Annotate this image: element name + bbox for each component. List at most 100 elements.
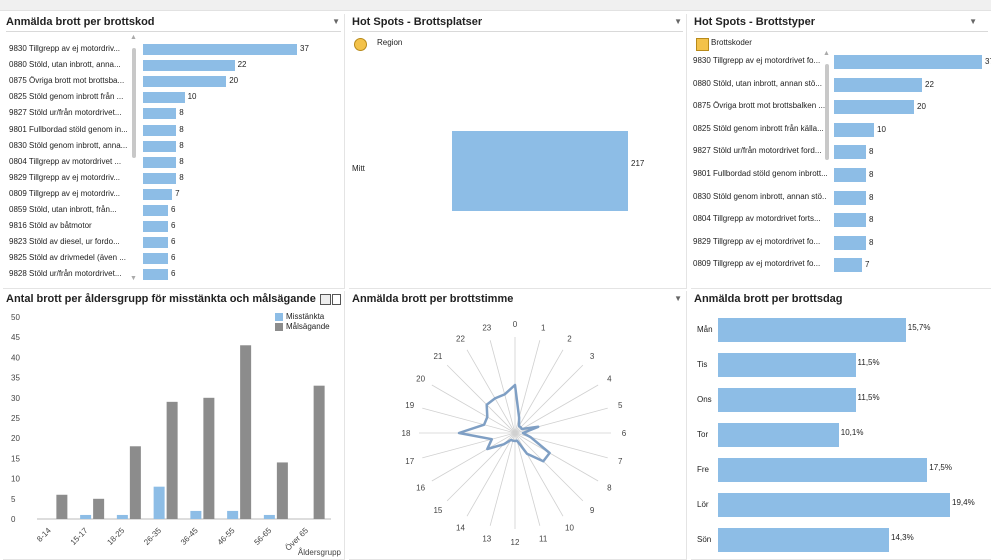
brottstyp-bar[interactable]	[834, 122, 874, 137]
brottstyp-row[interactable]: 9830 Tillgrepp av ej motordrivet fo... 37	[691, 54, 991, 70]
day-row[interactable]: Sön 14,3%	[691, 528, 991, 552]
brottskod-bar[interactable]	[143, 60, 235, 72]
brottstyp-bar[interactable]	[834, 258, 862, 273]
brottstyp-row[interactable]: 0880 Stöld, utan inbrott, annan stö... 22	[691, 77, 991, 93]
x-tick-label: 46-55	[216, 526, 237, 547]
brottskod-bar[interactable]	[143, 188, 173, 200]
x-axis-label: Åldersgrupp	[298, 548, 342, 557]
brottstyp-bar[interactable]	[834, 168, 866, 182]
brottskod-bar[interactable]	[143, 140, 177, 152]
brottstyp-bar[interactable]	[834, 145, 866, 160]
brottstyp-row[interactable]: 9827 Stöld ur/från motordrivet ford... 8	[691, 144, 991, 160]
brottskod-bar[interactable]	[143, 253, 168, 265]
day-bar[interactable]	[718, 423, 839, 447]
region-header: Region	[377, 38, 403, 47]
brottskod-bar[interactable]	[143, 269, 168, 281]
brottskod-bar[interactable]	[143, 76, 227, 88]
day-row[interactable]: Tor 10,1%	[691, 423, 991, 447]
day-bar[interactable]	[718, 458, 928, 482]
brottskod-row[interactable]: 9801 Fullbordad stöld genom in... 8	[3, 123, 344, 139]
brottskod-value: 6	[170, 205, 176, 214]
brottskod-bar[interactable]	[143, 44, 297, 55]
brottstyp-bar[interactable]	[834, 235, 866, 250]
brottstyp-value: 22	[925, 79, 934, 89]
region-bar[interactable]	[452, 131, 628, 211]
brottstyp-label: 9830 Tillgrepp av ej motordrivet fo...	[693, 56, 821, 65]
day-row[interactable]: Ons 11,5%	[691, 388, 991, 412]
brottskod-row[interactable]: 9816 Stöld av båtmotor 6	[3, 219, 344, 235]
y-tick-label: 40	[11, 353, 20, 362]
brottskod-row[interactable]: 0809 Tillgrepp av ej motordriv... 7	[3, 187, 344, 203]
brottskod-row[interactable]: 0804 Tillgrepp av motordrivet ... 8	[3, 155, 344, 171]
scroll-up-icon[interactable]: ▲	[130, 34, 137, 41]
brottskod-bar[interactable]	[143, 221, 168, 233]
brottstyp-row[interactable]: 0875 Övriga brott mot brottsbalken ... 20	[691, 99, 991, 115]
brottskod-label: 0830 Stöld genom inbrott, anna...	[9, 140, 128, 150]
day-bar[interactable]	[718, 528, 889, 552]
brottskod-bar[interactable]	[143, 108, 177, 120]
y-tick-label: 25	[11, 414, 20, 423]
brottstyp-bar[interactable]	[834, 190, 866, 205]
brottstyp-bar[interactable]	[834, 213, 866, 228]
panel-brottsdag: Anmälda brott per brottsdag Mån 15,7% Tis 1…	[691, 291, 991, 560]
brottstyp-row[interactable]: 0809 Tillgrepp av ej motordrivet fo... 7	[691, 257, 991, 273]
brottskod-bar[interactable]	[143, 237, 168, 249]
brottskod-row[interactable]: 9823 Stöld av diesel, ur fordo... 6	[3, 235, 344, 251]
y-tick-label: 50	[11, 313, 20, 322]
brottskod-row[interactable]: 0875 Övriga brott mot brottsba... 20	[3, 74, 344, 90]
panel-menu-icon[interactable]: ▼	[969, 17, 977, 26]
brottstyp-bar[interactable]	[834, 55, 982, 69]
day-bar[interactable]	[718, 493, 950, 517]
brottskod-row[interactable]: 0880 Stöld, utan inbrott, anna... 22	[3, 58, 344, 74]
brottstyp-value: 10	[877, 124, 886, 134]
brottskod-bar[interactable]	[143, 172, 177, 184]
drillup-icon[interactable]	[696, 38, 709, 51]
drilldown-icon[interactable]	[354, 38, 367, 51]
scroll-up-icon[interactable]: ▲	[823, 50, 830, 57]
x-tick-label: 56-65	[252, 526, 273, 547]
brottstyp-row[interactable]: 0804 Tillgrepp av motordrivet forts... 8	[691, 212, 991, 228]
panel-menu-icon[interactable]: ▼	[674, 17, 682, 26]
day-bar[interactable]	[718, 353, 856, 377]
scrollbar[interactable]: ▲ ▼	[130, 34, 137, 282]
brottskod-row[interactable]: 0825 Stöld genom inbrott från ... 10	[3, 90, 344, 106]
brottstyp-row[interactable]: 9829 Tillgrepp av ej motordrivet fo... 8	[691, 235, 991, 251]
day-row[interactable]: Lör 19,4%	[691, 493, 991, 517]
scroll-down-icon[interactable]: ▼	[130, 275, 137, 282]
panel-brottsplatser: Hot Spots - Brottsplatser ▼ Region Mitt …	[349, 14, 687, 289]
day-row[interactable]: Tis 11,5%	[691, 353, 991, 377]
brottskod-value: 37	[300, 44, 309, 53]
day-value-label: 10,1%	[840, 428, 864, 437]
brottskod-row[interactable]: 0859 Stöld, utan inbrott, från... 6	[3, 203, 344, 219]
brottskod-row[interactable]: 0830 Stöld genom inbrott, anna... 8	[3, 139, 344, 155]
brottskod-row[interactable]: 9827 Stöld ur/från motordrivet... 8	[3, 106, 344, 122]
day-bar[interactable]	[718, 318, 906, 342]
brottskod-row[interactable]: 9825 Stöld av drivmedel (även ... 6	[3, 251, 344, 267]
scroll-thumb[interactable]	[825, 64, 829, 160]
day-value-label: 15,7%	[907, 323, 931, 332]
x-tick-label: 8-14	[35, 526, 53, 544]
bar-misstankta	[116, 514, 128, 519]
brottstyp-bar[interactable]	[834, 100, 914, 115]
day-bar[interactable]	[718, 388, 856, 412]
age-bar-chart: 0 5 10 15 20 25 30 35 40 45 50 8-14 15-17 18-25 26-35 3…	[11, 313, 342, 557]
scroll-thumb[interactable]	[132, 48, 136, 158]
panel-menu-icon[interactable]: ▼	[332, 17, 340, 26]
brottstyp-row[interactable]: 9801 Fullbordad stöld genom inbrott... 8	[691, 167, 991, 183]
brottstyp-row[interactable]: 0830 Stöld genom inbrott, annan stö... 8	[691, 190, 991, 206]
brottskod-bar[interactable]	[143, 124, 177, 136]
top-toolbar-strip	[0, 0, 991, 11]
brottskod-row[interactable]: 9828 Stöld ur/från motordrivet... 6	[3, 267, 344, 283]
brottskod-row[interactable]: 9829 Tillgrepp av ej motordriv... 8	[3, 171, 344, 187]
brottskod-bar[interactable]	[143, 92, 185, 104]
brottskod-row[interactable]: 9830 Tillgrepp av ej motordriv... 37	[3, 42, 344, 58]
brottskod-bar[interactable]	[143, 205, 168, 216]
brottstyp-value: 8	[869, 237, 874, 247]
brottstyp-bar[interactable]	[834, 77, 922, 92]
scrollbar[interactable]: ▲	[823, 50, 830, 282]
day-row[interactable]: Fre 17,5%	[691, 458, 991, 482]
brottstyp-value: 37	[985, 57, 991, 66]
brottstyp-row[interactable]: 0825 Stöld genom inbrott från källa... 10	[691, 122, 991, 138]
day-row[interactable]: Mån 15,7%	[691, 318, 991, 342]
brottskod-bar[interactable]	[143, 156, 177, 168]
